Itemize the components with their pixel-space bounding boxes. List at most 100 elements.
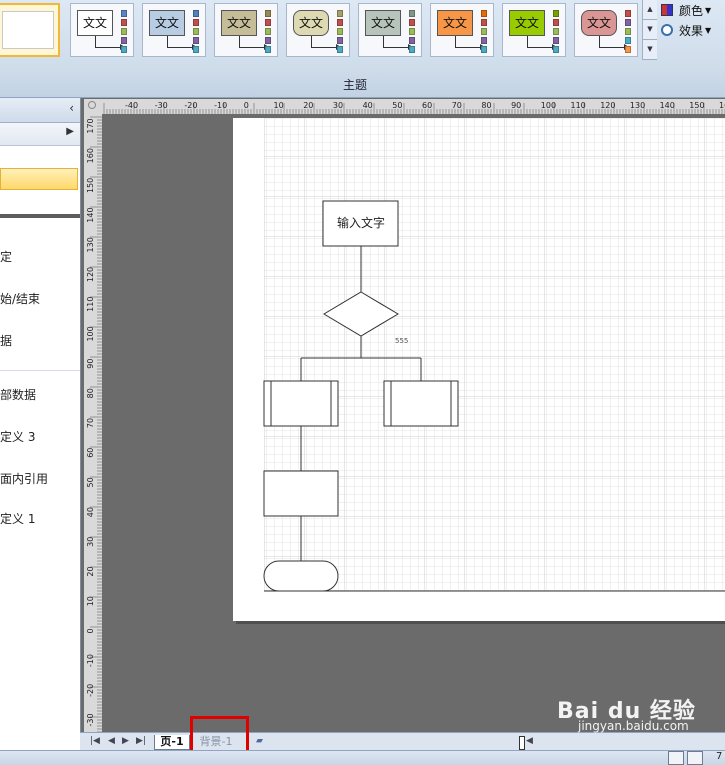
ruler-label: 130 xyxy=(630,101,645,110)
split-handle[interactable] xyxy=(519,736,525,750)
ruler-label: 80 xyxy=(86,388,95,398)
gallery-scrollbar[interactable]: ▲ ▼ ▼ xyxy=(642,0,657,60)
scroll-left-icon[interactable]: ◀ xyxy=(526,736,533,746)
theme-preview-box: 文文 xyxy=(221,10,257,36)
ruler-label: 40 xyxy=(86,507,95,517)
effects-label: 效果 xyxy=(679,23,704,38)
theme-preview-arrow xyxy=(167,44,197,50)
page-grid xyxy=(264,118,725,591)
page-tab-bar: |◀ ◀ ▶ ▶| 页-1 背景-1 ▰ ◀ xyxy=(80,732,725,751)
shapes-pane: ‹ ▶ 定始/结束据部数据定义 3 面内引用定义 1 xyxy=(0,98,81,750)
ruler-corner[interactable] xyxy=(84,99,102,114)
process-box-2[interactable] xyxy=(263,470,339,517)
next-page-icon[interactable]: ▶ xyxy=(122,736,129,746)
shape-item-label[interactable]: 定义 1 xyxy=(0,510,35,527)
theme-gray-green-tile[interactable]: 文文 xyxy=(358,3,422,57)
theme-swatches xyxy=(193,10,200,55)
drawing-canvas: 输入文字 555 xyxy=(233,118,725,624)
ruler-label: 140 xyxy=(660,101,675,110)
ruler-label: 140 xyxy=(86,207,95,222)
colors-dropdown-icon: ▼ xyxy=(705,5,712,15)
theme-options-menu: 颜色 ▼ 效果 ▼ xyxy=(661,0,725,40)
selected-stencil[interactable] xyxy=(0,168,78,190)
page-view-icon[interactable] xyxy=(687,751,703,765)
theme-preview-box: 文文 xyxy=(149,10,185,36)
effects-dropdown-icon: ▼ xyxy=(705,25,712,35)
theme-swatches xyxy=(409,10,416,55)
full-screen-icon[interactable] xyxy=(668,751,684,765)
color-swatch xyxy=(121,19,127,26)
theme-sand-tile[interactable]: 文文 xyxy=(286,3,350,57)
color-swatch xyxy=(337,10,343,17)
gallery-up-icon[interactable]: ▲ xyxy=(643,0,657,20)
prev-page-icon[interactable]: ◀ xyxy=(108,736,115,746)
ruler-label: 20 xyxy=(303,101,313,110)
color-swatch xyxy=(481,10,487,17)
ruler-label: -20 xyxy=(86,684,95,697)
color-swatch xyxy=(337,46,343,53)
color-swatch xyxy=(337,19,343,26)
theme-preview-box: 文文 xyxy=(437,10,473,36)
tab-page-1[interactable]: 页-1 xyxy=(154,735,190,750)
zoom-level[interactable]: 7 xyxy=(716,751,722,762)
theme-khaki-tile[interactable]: 文文 xyxy=(214,3,278,57)
process-box-text: 输入文字 xyxy=(337,215,385,230)
shapes-pane-header: ‹ xyxy=(0,98,80,123)
ruler-label: -10 xyxy=(214,101,227,110)
shapes-pane-section[interactable]: ▶ xyxy=(0,123,80,146)
ruler-label: 110 xyxy=(86,297,95,312)
status-bar: 7 xyxy=(0,750,725,765)
colors-button[interactable]: 颜色 ▼ xyxy=(661,0,725,20)
theme-preview-box: 文文 xyxy=(365,10,401,36)
ruler-label: -30 xyxy=(86,713,95,726)
theme-swatches xyxy=(265,10,272,55)
shape-item-label[interactable]: 据 xyxy=(0,332,12,349)
color-swatch xyxy=(625,10,631,17)
color-swatch xyxy=(553,28,559,35)
first-page-icon[interactable]: |◀ xyxy=(90,736,100,746)
shape-item-label[interactable]: 面内引用 xyxy=(0,470,48,487)
gallery-down-icon[interactable]: ▼ xyxy=(643,20,657,40)
theme-swatches xyxy=(121,10,128,55)
theme-preview-box: 文文 xyxy=(581,10,617,36)
color-swatch xyxy=(193,19,199,26)
effects-icon xyxy=(661,24,673,36)
color-swatch xyxy=(121,37,127,44)
theme-office-tile[interactable] xyxy=(0,3,60,57)
theme-blue-tile[interactable]: 文文 xyxy=(142,3,206,57)
color-swatch xyxy=(553,46,559,53)
shape-item-label[interactable]: 部数据 xyxy=(0,386,36,403)
shape-item-label[interactable]: 始/结束 xyxy=(0,290,40,307)
theme-orange-tile[interactable]: 文文 xyxy=(430,3,494,57)
insert-page-icon[interactable]: ▰ xyxy=(256,736,263,746)
color-swatch xyxy=(481,19,487,26)
ruler-label: 70 xyxy=(452,101,462,110)
color-swatch xyxy=(409,37,415,44)
color-swatch xyxy=(625,37,631,44)
collapse-pane-icon[interactable]: ‹ xyxy=(69,101,74,115)
theme-rose-tile[interactable]: 文文 xyxy=(574,3,638,57)
theme-preview-box: 文文 xyxy=(77,10,113,36)
color-swatch xyxy=(337,37,343,44)
gallery-more-icon[interactable]: ▼ xyxy=(643,40,657,60)
color-swatch xyxy=(481,37,487,44)
theme-white-tile[interactable]: 文文 xyxy=(70,3,134,57)
last-page-icon[interactable]: ▶| xyxy=(136,736,146,746)
subprocess-right[interactable] xyxy=(383,380,459,427)
ruler-label: 40 xyxy=(363,101,373,110)
ruler-origin-icon xyxy=(88,101,96,109)
shape-item-label[interactable]: 定 xyxy=(0,248,12,265)
expand-section-icon[interactable]: ▶ xyxy=(66,126,74,137)
color-swatch xyxy=(481,46,487,53)
ruler-label: 50 xyxy=(392,101,402,110)
ruler-label: 90 xyxy=(511,101,521,110)
ruler-label: 0 xyxy=(244,101,249,110)
ruler-label: 170 xyxy=(86,118,95,133)
color-swatch xyxy=(409,46,415,53)
terminator[interactable] xyxy=(263,560,339,592)
ruler-label: 60 xyxy=(422,101,432,110)
subprocess-left[interactable] xyxy=(263,380,339,427)
theme-lime-tile[interactable]: 文文 xyxy=(502,3,566,57)
effects-button[interactable]: 效果 ▼ xyxy=(661,20,725,40)
shape-item-label[interactable]: 定义 3 xyxy=(0,428,35,445)
